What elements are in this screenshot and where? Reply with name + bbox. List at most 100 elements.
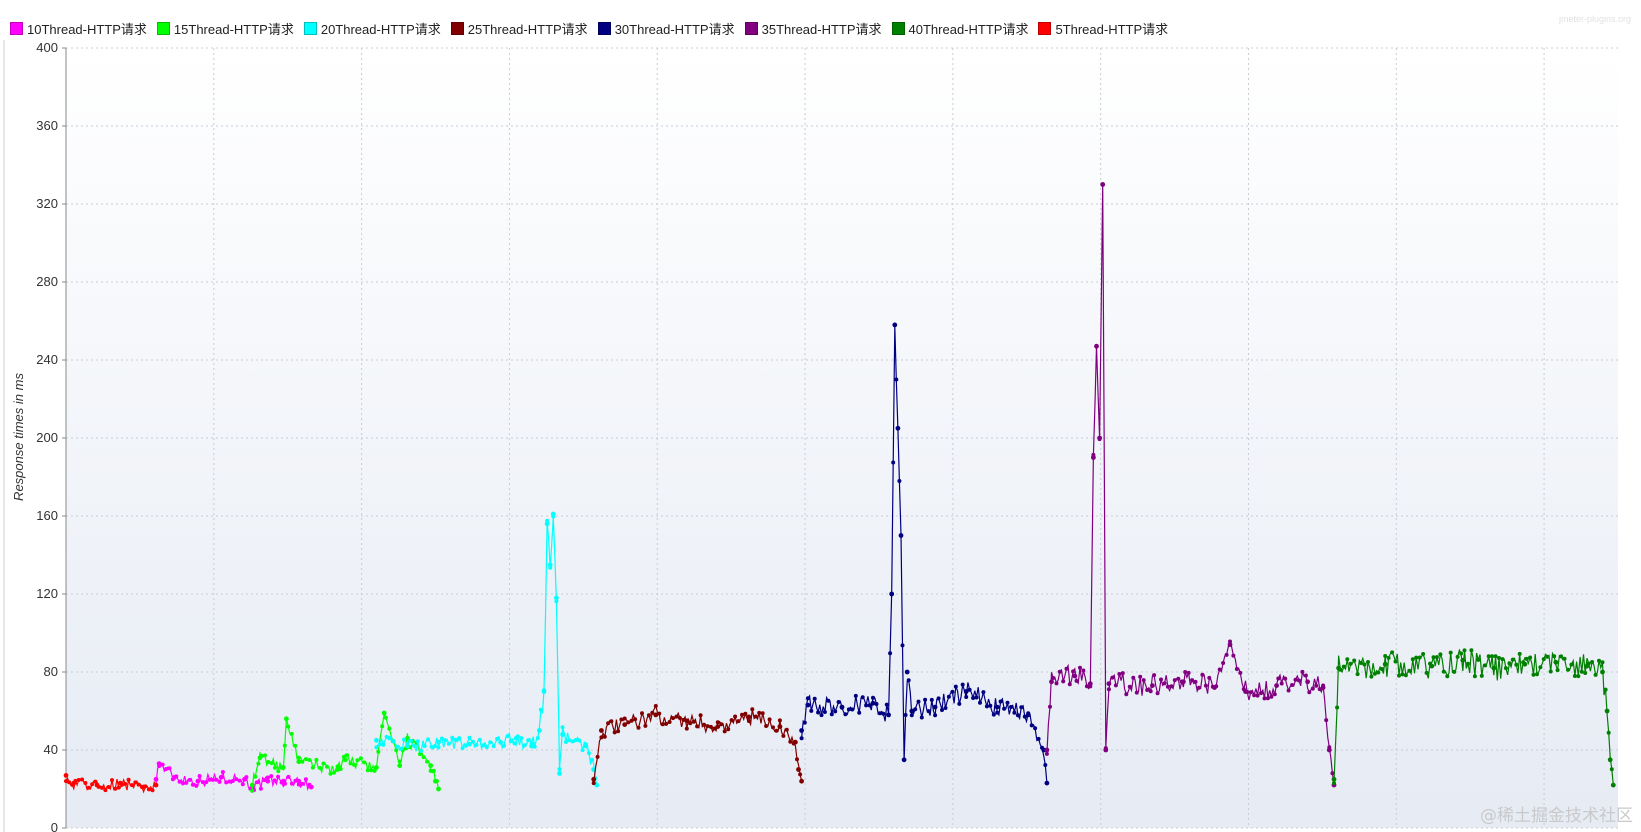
data-point <box>1445 674 1450 679</box>
key-point <box>653 712 659 718</box>
key-point <box>436 786 441 792</box>
data-point <box>1155 691 1160 696</box>
key-point <box>746 714 752 720</box>
data-point <box>850 707 855 712</box>
data-point <box>664 721 669 726</box>
data-point <box>1479 673 1484 678</box>
data-point <box>974 695 979 700</box>
data-point <box>1269 694 1274 699</box>
data-point <box>508 739 513 744</box>
data-point <box>1600 660 1605 665</box>
data-point <box>194 783 199 788</box>
data-point <box>1293 677 1298 682</box>
data-point <box>960 682 965 687</box>
legend-item: 5Thread-HTTP请求 <box>1038 19 1168 38</box>
data-point <box>1410 657 1415 662</box>
data-point <box>616 729 621 734</box>
data-point <box>1397 673 1401 678</box>
data-point <box>1183 670 1188 674</box>
data-point <box>526 738 531 743</box>
data-point <box>1019 705 1024 710</box>
legend-item: 20Thread-HTTP请求 <box>303 19 441 38</box>
data-point <box>187 777 192 782</box>
data-point <box>286 774 291 779</box>
data-point <box>1279 681 1284 686</box>
data-point <box>303 757 308 762</box>
data-point <box>1566 667 1570 672</box>
data-point <box>446 741 451 746</box>
data-point <box>388 735 393 740</box>
data-point <box>1141 678 1146 683</box>
data-point <box>1265 696 1270 701</box>
data-point <box>1148 689 1153 694</box>
key-point <box>63 773 69 778</box>
data-point <box>643 723 648 728</box>
key-point <box>1091 455 1096 460</box>
data-point <box>1255 693 1260 698</box>
data-point <box>1548 669 1553 674</box>
legend-item: 10Thread-HTTP请求 <box>10 19 147 38</box>
key-point <box>405 743 410 749</box>
data-point <box>1248 690 1253 695</box>
key-point <box>374 737 379 743</box>
data-point <box>950 689 955 694</box>
data-point <box>864 703 869 708</box>
key-point <box>1100 182 1106 187</box>
data-point <box>1117 672 1122 676</box>
data-point <box>1448 650 1453 655</box>
data-point <box>1172 678 1177 683</box>
watermark-text: @稀土掘金技术社区 <box>1480 806 1633 826</box>
key-point <box>889 591 895 597</box>
data-point <box>1221 661 1226 665</box>
data-point <box>599 735 604 740</box>
data-point <box>481 743 486 748</box>
data-point <box>1562 656 1567 661</box>
key-point <box>280 765 286 770</box>
data-point <box>300 781 305 786</box>
key-point <box>374 765 379 770</box>
key-point <box>513 735 519 741</box>
data-point <box>358 756 363 761</box>
data-point <box>1009 705 1013 709</box>
data-point <box>197 774 202 778</box>
data-point <box>919 715 924 720</box>
data-point <box>998 699 1003 704</box>
data-point <box>289 781 294 786</box>
key-point <box>622 722 628 727</box>
data-point <box>1431 655 1436 660</box>
data-point <box>1138 674 1143 679</box>
data-point <box>1455 654 1460 659</box>
data-point <box>1005 700 1010 705</box>
data-point <box>777 718 782 723</box>
key-point <box>560 732 565 737</box>
legend-item: 40Thread-HTTP请求 <box>891 19 1028 38</box>
data-point <box>677 716 682 720</box>
data-point <box>1145 688 1150 692</box>
legend-label: 15Thread-HTTP请求 <box>173 21 294 37</box>
data-point <box>695 724 700 729</box>
data-point <box>829 712 834 717</box>
data-point <box>923 697 928 702</box>
key-point <box>904 669 910 675</box>
data-point <box>926 709 931 714</box>
y-tick-label: 360 <box>36 118 58 133</box>
key-point <box>1150 683 1155 688</box>
data-point <box>726 727 731 732</box>
data-point <box>1514 662 1519 667</box>
data-point <box>819 713 824 718</box>
data-point <box>184 780 189 785</box>
data-point <box>760 711 765 716</box>
data-point <box>282 743 287 748</box>
data-point <box>1390 650 1395 655</box>
data-point <box>1438 652 1443 657</box>
data-point <box>943 706 948 710</box>
data-point <box>602 734 607 739</box>
data-point <box>384 734 389 739</box>
legend-swatch <box>597 21 611 35</box>
data-point <box>1110 675 1115 680</box>
data-point <box>321 761 326 766</box>
data-point <box>1286 688 1291 693</box>
data-point <box>538 707 543 712</box>
data-point <box>362 760 367 765</box>
data-point <box>1452 669 1457 674</box>
